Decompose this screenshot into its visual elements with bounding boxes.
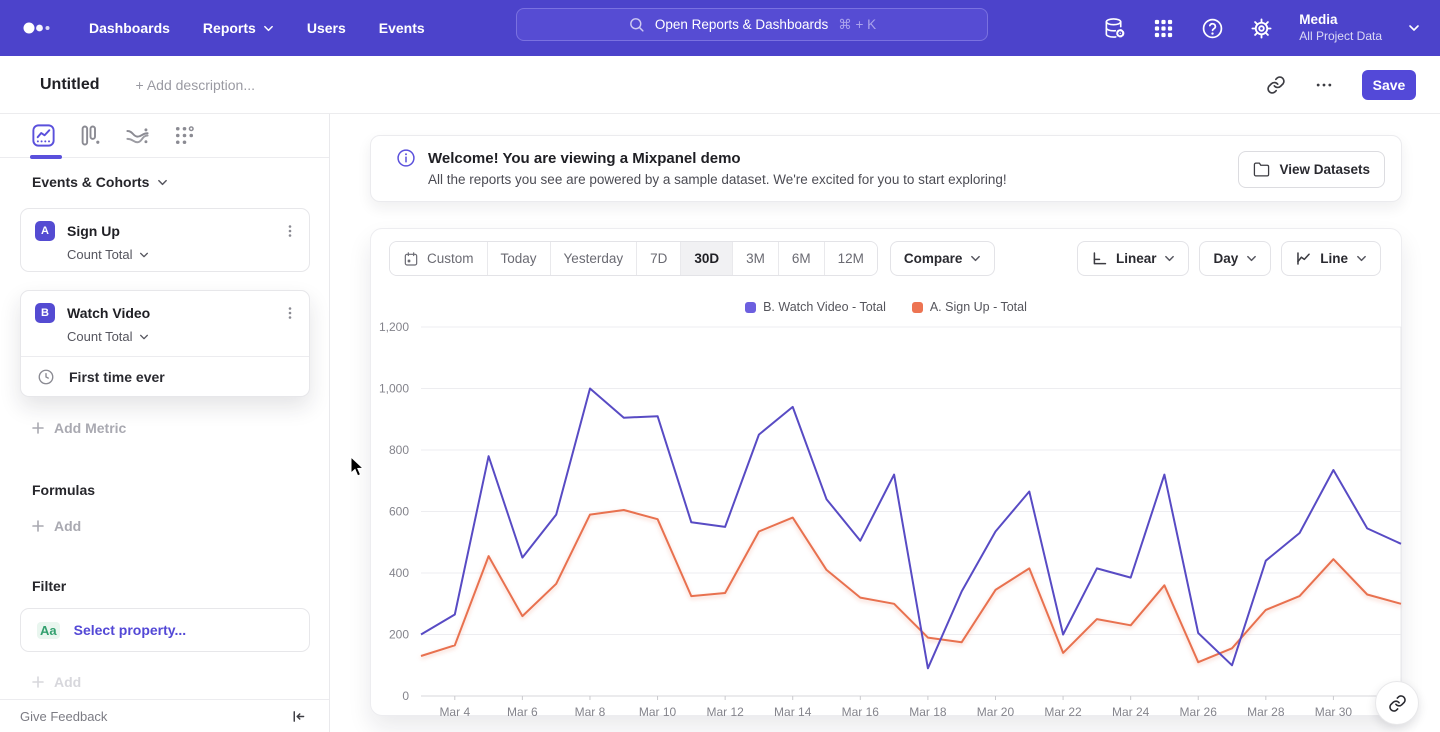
svg-text:Mar 12: Mar 12	[706, 705, 744, 717]
svg-text:1,200: 1,200	[379, 320, 409, 334]
property-type-chip: Aa	[37, 622, 60, 639]
chart-panel: Custom Today Yesterday 7D 30D 3M 6M 12M …	[370, 228, 1402, 716]
chevron-down-icon	[157, 177, 168, 188]
metric-event-name: Sign Up	[67, 223, 271, 239]
plus-icon	[32, 422, 44, 434]
chevron-down-icon	[139, 332, 149, 342]
svg-text:Mar 10: Mar 10	[639, 705, 677, 717]
svg-text:Mar 6: Mar 6	[507, 705, 538, 717]
link-icon	[1388, 694, 1407, 713]
filter-header: Filter	[32, 578, 66, 594]
svg-text:Mar 28: Mar 28	[1247, 705, 1285, 717]
mixpanel-logo[interactable]	[22, 16, 56, 40]
nav-item-users[interactable]: Users	[307, 20, 346, 36]
clock-icon	[37, 368, 55, 386]
svg-text:Mar 30: Mar 30	[1315, 705, 1353, 717]
metric-menu-icon[interactable]	[283, 224, 297, 238]
svg-text:Mar 26: Mar 26	[1180, 705, 1218, 717]
add-description-field[interactable]: + Add description...	[136, 77, 255, 93]
add-metric-button[interactable]: Add Metric	[32, 420, 126, 436]
give-feedback-link[interactable]: Give Feedback	[20, 709, 107, 724]
more-options-icon[interactable]	[1314, 75, 1334, 95]
active-tab-indicator	[30, 155, 62, 159]
save-button[interactable]: Save	[1362, 70, 1416, 100]
metric-event-name: Watch Video	[67, 305, 271, 321]
plus-icon	[32, 676, 44, 688]
help-icon[interactable]	[1201, 17, 1224, 40]
svg-text:1,000: 1,000	[379, 382, 409, 396]
svg-text:Mar 14: Mar 14	[774, 705, 812, 717]
tab-flows[interactable]	[124, 122, 151, 149]
query-builder-sidebar: Events & Cohorts A Sign Up Count Total B…	[0, 114, 330, 732]
add-formula-button[interactable]: Add	[32, 518, 81, 534]
collapse-sidebar-icon[interactable]	[290, 708, 307, 725]
line-chart[interactable]: 0 200 400 600 800 1,000 1,200 Mar 4 Mar 6 Mar 8 Ma…	[371, 229, 1403, 717]
project-scope: All Project Data	[1299, 29, 1382, 44]
report-title[interactable]: Untitled	[40, 76, 100, 94]
folder-icon	[1253, 161, 1270, 178]
banner-title: Welcome! You are viewing a Mixpanel demo	[428, 150, 1007, 167]
svg-text:Mar 8: Mar 8	[575, 705, 606, 717]
filter-select-property[interactable]: Aa Select property...	[20, 608, 310, 652]
metric-card-b[interactable]: B Watch Video Count Total First time eve…	[20, 290, 310, 397]
chevron-down-icon[interactable]	[1408, 22, 1420, 34]
welcome-banner: Welcome! You are viewing a Mixpanel demo…	[370, 135, 1402, 202]
first-time-ever-option[interactable]: First time ever	[21, 356, 309, 396]
share-link-button[interactable]	[1375, 681, 1419, 725]
search-placeholder: Open Reports & Dashboards	[655, 17, 828, 32]
metric-badge-b: B	[35, 303, 55, 323]
filter-placeholder: Select property...	[74, 622, 187, 638]
tab-retention[interactable]	[171, 122, 198, 149]
svg-text:400: 400	[389, 566, 409, 580]
project-name: Media	[1299, 12, 1382, 29]
tab-funnels[interactable]	[77, 122, 104, 149]
svg-text:800: 800	[389, 443, 409, 457]
svg-text:Mar 20: Mar 20	[977, 705, 1015, 717]
sidebar-footer: Give Feedback	[0, 699, 329, 732]
metric-badge-a: A	[35, 221, 55, 241]
metric-aggregation-dropdown[interactable]: Count Total	[67, 329, 309, 356]
svg-text:Mar 16: Mar 16	[842, 705, 880, 717]
svg-text:Mar 4: Mar 4	[439, 705, 470, 717]
svg-text:Mar 24: Mar 24	[1112, 705, 1150, 717]
svg-text:Mar 22: Mar 22	[1044, 705, 1082, 717]
nav-item-events[interactable]: Events	[379, 20, 425, 36]
copy-link-icon[interactable]	[1266, 75, 1286, 95]
svg-text:0: 0	[402, 689, 409, 703]
data-management-icon[interactable]	[1103, 17, 1126, 40]
svg-text:Mar 18: Mar 18	[909, 705, 947, 717]
formulas-header: Formulas	[32, 482, 95, 498]
apps-grid-icon[interactable]	[1152, 17, 1175, 40]
tab-insights[interactable]	[30, 122, 57, 149]
global-search-input[interactable]: Open Reports & Dashboards ⌘ + K	[516, 8, 988, 41]
svg-text:200: 200	[389, 628, 409, 642]
metric-aggregation-dropdown[interactable]: Count Total	[67, 247, 309, 274]
settings-gear-icon[interactable]	[1250, 17, 1273, 40]
add-filter-button[interactable]: Add	[32, 674, 81, 690]
metric-card-a[interactable]: A Sign Up Count Total	[20, 208, 310, 272]
report-main-area: Welcome! You are viewing a Mixpanel demo…	[330, 114, 1440, 732]
nav-item-reports[interactable]: Reports	[203, 20, 274, 36]
chevron-down-icon	[139, 250, 149, 260]
top-nav: Dashboards Reports Users Events Open Rep…	[0, 0, 1440, 56]
view-datasets-button[interactable]: View Datasets	[1238, 151, 1385, 188]
banner-subtitle: All the reports you see are powered by a…	[428, 172, 1007, 187]
events-cohorts-header[interactable]: Events & Cohorts	[32, 174, 168, 190]
svg-text:600: 600	[389, 505, 409, 519]
info-icon	[396, 148, 416, 168]
nav-item-dashboards[interactable]: Dashboards	[89, 20, 170, 36]
search-shortcut: ⌘ + K	[838, 17, 876, 33]
search-icon	[628, 16, 645, 33]
chevron-down-icon	[263, 23, 274, 34]
metric-menu-icon[interactable]	[283, 306, 297, 320]
plus-icon	[32, 520, 44, 532]
report-header-bar: Untitled + Add description... Save	[0, 56, 1440, 114]
project-switcher[interactable]: Media All Project Data	[1299, 12, 1382, 44]
report-tabs	[0, 114, 329, 158]
